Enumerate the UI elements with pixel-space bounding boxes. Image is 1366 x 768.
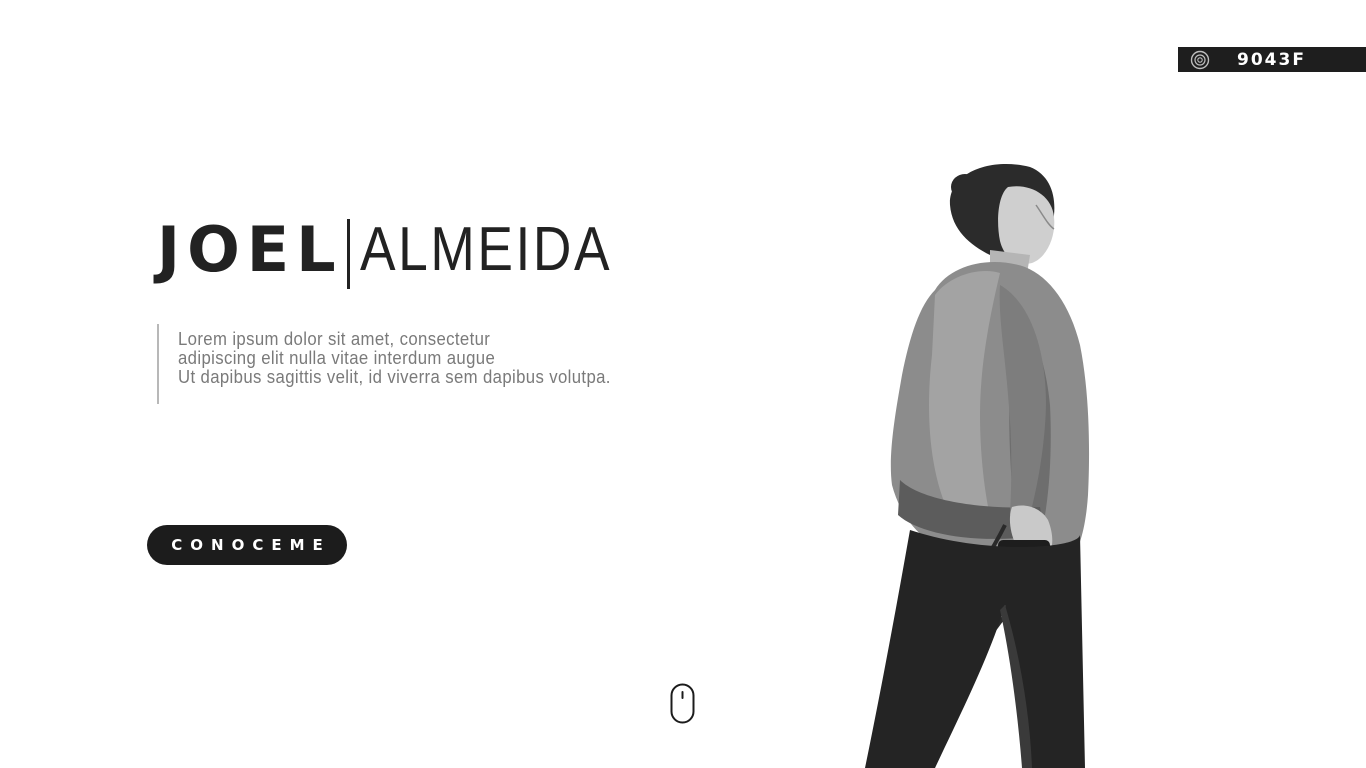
title-divider — [346, 219, 350, 289]
badge-code: 9043F — [1237, 49, 1306, 70]
title-last-name: ALMEIDA — [359, 215, 612, 284]
intro-description: Lorem ipsum dolor sit amet, consectetur … — [157, 324, 717, 404]
instagram-icon[interactable] — [1187, 47, 1213, 72]
description-line: Lorem ipsum dolor sit amet, consectetur — [178, 329, 491, 349]
description-line: Ut dapibus sagittis velit, id viverra se… — [178, 367, 611, 387]
hero-photo — [865, 164, 1090, 768]
landing-page: 9043F JOEL ALMEIDA Lorem ipsum dolor sit… — [0, 0, 1366, 768]
conoceme-button[interactable]: CONOCEME — [147, 525, 347, 565]
description-line: adipiscing elit nulla vitae interdum aug… — [178, 348, 496, 368]
title-first-name: JOEL — [157, 213, 343, 286]
page-title: JOEL ALMEIDA — [157, 210, 653, 290]
profile-badge[interactable]: 9043F — [1178, 47, 1366, 72]
mouse-scroll-icon[interactable] — [670, 683, 695, 724]
